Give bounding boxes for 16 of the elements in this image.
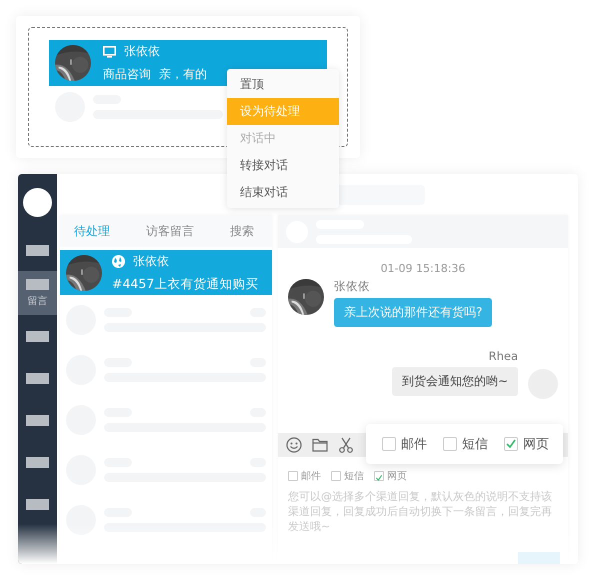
- sender-name: 张依依: [334, 279, 371, 294]
- checkbox-label: 邮件: [401, 436, 427, 453]
- checkbox-label: 邮件: [301, 470, 321, 483]
- timestamp: 01-09 15:18:36: [380, 262, 466, 275]
- message-preview: 亲，有的: [159, 66, 207, 83]
- checkbox-label: 短信: [344, 470, 364, 483]
- message-bubble: 到货会通知您的哟~: [392, 367, 518, 396]
- checkbox-label: 网页: [523, 436, 549, 453]
- checkbox-label: 网页: [387, 470, 407, 483]
- checkbox-label: 短信: [462, 436, 488, 453]
- contact-name: 张依依: [133, 252, 169, 270]
- category-label: 商品咨询: [103, 66, 151, 83]
- contact-name: 张依依: [124, 43, 160, 60]
- message-preview: #4457上衣有货通知购买: [112, 276, 258, 292]
- message-bubble: 亲上次说的那件还有货吗?: [334, 298, 492, 327]
- sender-name: Rhea: [488, 349, 518, 363]
